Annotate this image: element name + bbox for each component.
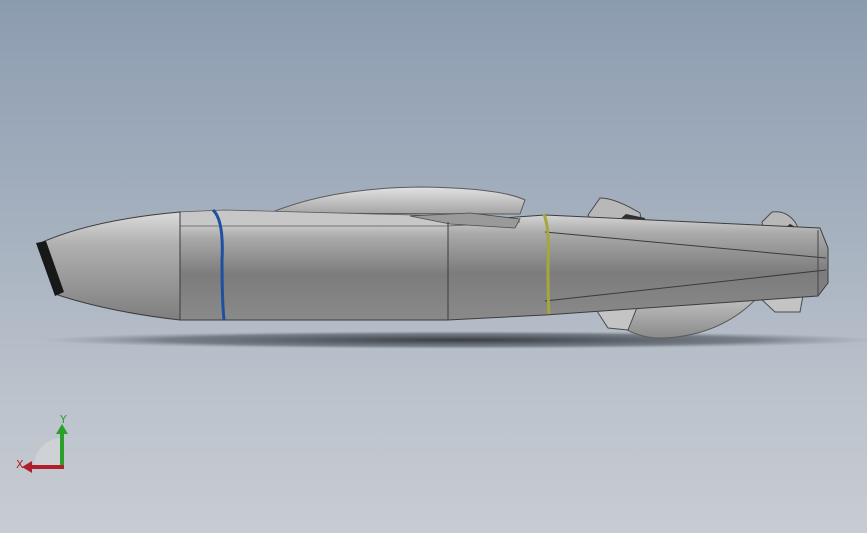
triad-x-label: X [16, 458, 24, 471]
missile-nose[interactable] [37, 211, 181, 321]
graphics-viewport[interactable]: X Y [0, 0, 867, 533]
missile-model[interactable] [0, 0, 867, 533]
top-dome[interactable] [269, 186, 526, 215]
model-shadow [40, 331, 867, 349]
missile-body-center[interactable] [179, 219, 449, 321]
triad-quarter-disc [34, 438, 62, 466]
coordinate-triad: X Y [10, 412, 74, 478]
triad-y-label: Y [60, 413, 67, 426]
